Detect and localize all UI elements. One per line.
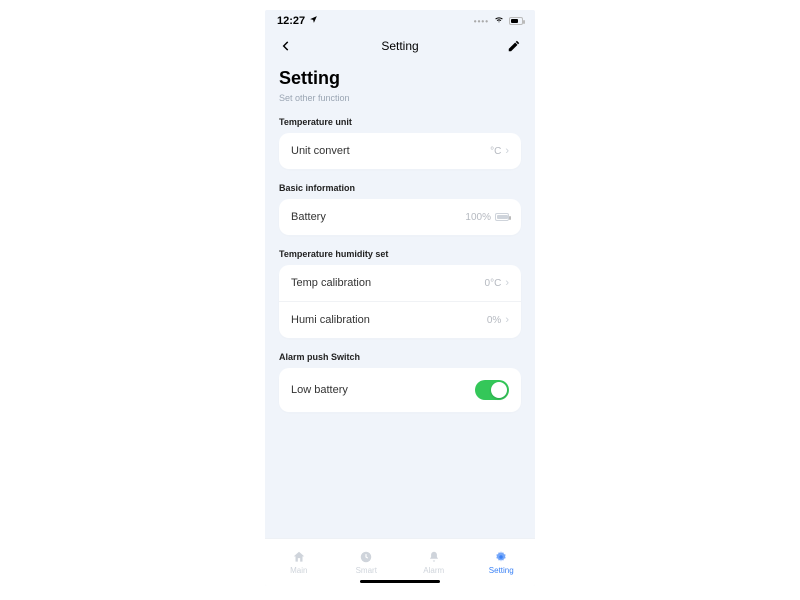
- tab-setting[interactable]: Setting: [468, 539, 536, 586]
- wifi-icon: [493, 15, 505, 27]
- clock-icon: [359, 550, 373, 564]
- section-alarm-label: Alarm push Switch: [279, 352, 521, 362]
- section-basic-label: Basic information: [279, 183, 521, 193]
- row-temp-calibration[interactable]: Temp calibration 0°C ›: [279, 265, 521, 301]
- tab-smart[interactable]: Smart: [333, 539, 401, 586]
- back-button[interactable]: [279, 39, 293, 53]
- nav-bar: Setting: [265, 32, 535, 60]
- nav-title: Setting: [381, 39, 418, 53]
- row-battery[interactable]: Battery 100%: [279, 199, 521, 235]
- location-icon: [309, 15, 318, 27]
- row-value: 0°C: [485, 278, 502, 289]
- card-temphum: Temp calibration 0°C › Humi calibration …: [279, 265, 521, 338]
- home-indicator[interactable]: [360, 580, 440, 583]
- tab-label: Alarm: [423, 566, 444, 575]
- page-title: Setting: [279, 68, 521, 89]
- section-temphum-label: Temperature humidity set: [279, 249, 521, 259]
- battery-icon: [509, 17, 523, 25]
- tab-label: Main: [290, 566, 307, 575]
- content: Setting Set other function Temperature u…: [265, 68, 535, 412]
- status-bar: 12:27 ••••: [265, 10, 535, 32]
- chevron-right-icon: ›: [505, 314, 509, 326]
- row-value: °C: [490, 146, 501, 157]
- low-battery-toggle[interactable]: [475, 380, 509, 400]
- row-label: Battery: [291, 211, 326, 223]
- row-unit-convert[interactable]: Unit convert °C ›: [279, 133, 521, 169]
- row-label: Low battery: [291, 384, 348, 396]
- edit-button[interactable]: [507, 39, 521, 53]
- page-subtitle: Set other function: [279, 93, 521, 103]
- tab-main[interactable]: Main: [265, 539, 333, 586]
- tab-label: Smart: [356, 566, 377, 575]
- cell-signal-icon: ••••: [474, 17, 489, 26]
- tab-alarm[interactable]: Alarm: [400, 539, 468, 586]
- row-label: Temp calibration: [291, 277, 371, 289]
- row-label: Humi calibration: [291, 314, 370, 326]
- row-low-battery: Low battery: [279, 368, 521, 412]
- section-temp-unit-label: Temperature unit: [279, 117, 521, 127]
- phone-frame: 12:27 •••• Setting Setting Set other fun…: [265, 10, 535, 586]
- tab-label: Setting: [489, 566, 514, 575]
- gear-icon: [494, 550, 508, 564]
- row-label: Unit convert: [291, 145, 350, 157]
- card-basic: Battery 100%: [279, 199, 521, 235]
- chevron-right-icon: ›: [505, 145, 509, 157]
- row-value: 100%: [465, 212, 491, 223]
- home-icon: [292, 550, 306, 564]
- chevron-right-icon: ›: [505, 277, 509, 289]
- row-humi-calibration[interactable]: Humi calibration 0% ›: [279, 301, 521, 338]
- battery-level-icon: [495, 213, 509, 221]
- row-value: 0%: [487, 315, 501, 326]
- bell-icon: [427, 550, 441, 564]
- card-alarm: Low battery: [279, 368, 521, 412]
- tab-bar: Main Smart Alarm Setting: [265, 538, 535, 586]
- status-time: 12:27: [277, 15, 305, 27]
- card-temp-unit: Unit convert °C ›: [279, 133, 521, 169]
